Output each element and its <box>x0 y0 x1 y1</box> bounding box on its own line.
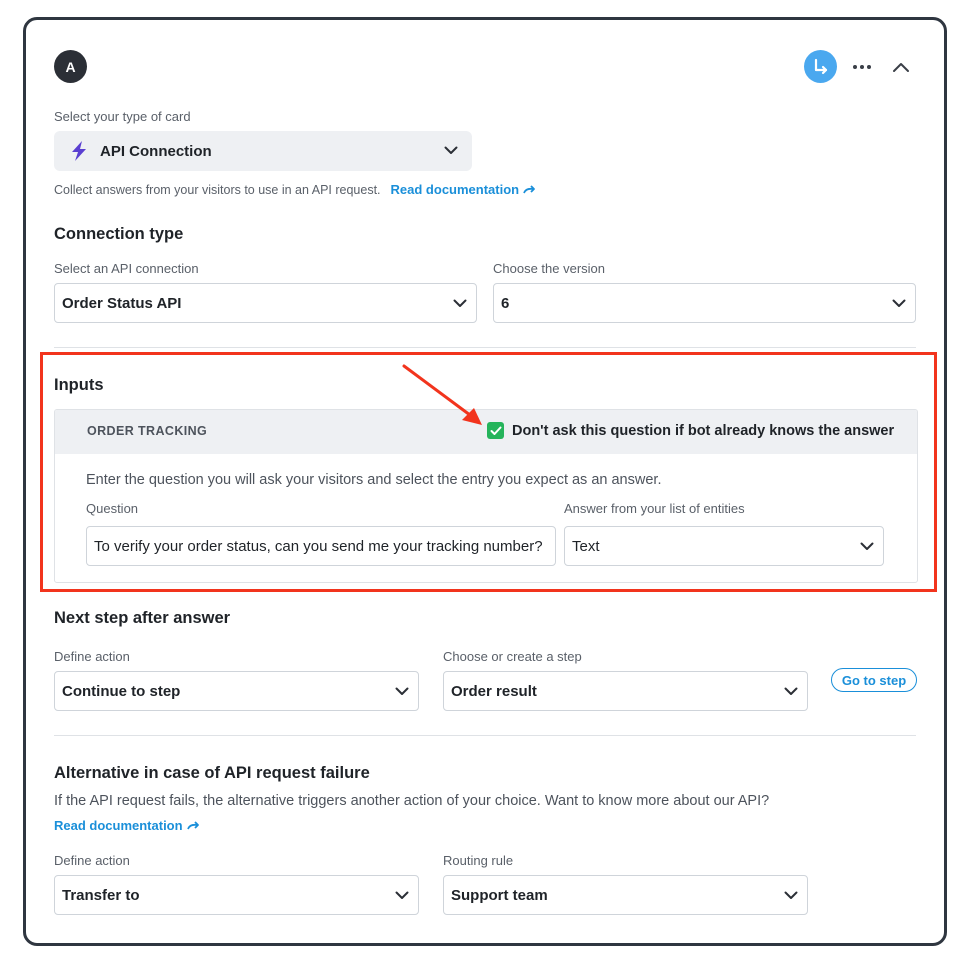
collapse-button[interactable] <box>888 54 914 80</box>
annotation-arrow-icon <box>402 364 482 425</box>
card-type-description: Collect answers from your visitors to us… <box>54 182 381 197</box>
chevron-down-icon <box>394 683 410 699</box>
card-type-description-row: Collect answers from your visitors to us… <box>54 182 537 197</box>
link-text: Read documentation <box>54 818 183 833</box>
route-button[interactable] <box>804 50 837 83</box>
next-step-heading: Next step after answer <box>54 609 231 627</box>
api-connection-value: Order Status API <box>62 294 182 312</box>
card-type-label: Select your type of card <box>54 109 191 124</box>
api-card: A Select your type of card API Connectio… <box>23 17 947 946</box>
card-type-select[interactable]: API Connection <box>54 131 472 171</box>
version-value: 6 <box>501 294 510 312</box>
step-label: Choose or create a step <box>443 649 582 664</box>
next-action-select[interactable]: Continue to step <box>54 671 419 711</box>
dot-icon <box>860 65 864 69</box>
curved-arrow-icon <box>523 184 536 193</box>
read-documentation-link[interactable]: Read documentation <box>391 182 538 197</box>
failure-action-label: Define action <box>54 853 130 868</box>
routing-rule-select[interactable]: Support team <box>443 875 808 915</box>
chevron-down-icon <box>783 683 799 699</box>
section-divider <box>54 735 916 736</box>
failure-description: If the API request fails, the alternativ… <box>54 793 770 809</box>
section-divider <box>54 347 916 348</box>
connection-type-heading: Connection type <box>54 225 184 243</box>
go-to-step-button[interactable]: Go to step <box>831 668 917 692</box>
avatar: A <box>54 50 87 83</box>
link-text: Read documentation <box>390 182 520 197</box>
failure-heading: Alternative in case of API request failu… <box>54 764 370 782</box>
api-connection-label: Select an API connection <box>54 261 199 276</box>
dot-icon <box>853 65 857 69</box>
curved-arrow-icon <box>186 820 199 829</box>
failure-documentation-link[interactable]: Read documentation <box>54 818 201 833</box>
step-value: Order result <box>451 682 537 700</box>
route-arrow-icon <box>814 58 827 74</box>
next-action-value: Continue to step <box>62 682 181 700</box>
chevron-down-icon <box>891 295 907 311</box>
more-options-button[interactable] <box>848 56 876 78</box>
step-select[interactable]: Order result <box>443 671 808 711</box>
chevron-down-icon <box>783 887 799 903</box>
card-type-value: API Connection <box>100 142 212 160</box>
lightning-icon <box>68 140 90 162</box>
routing-rule-label: Routing rule <box>443 853 514 868</box>
chevron-down-icon <box>452 295 468 311</box>
chevron-down-icon <box>394 887 410 903</box>
routing-rule-value: Support team <box>451 886 548 904</box>
next-action-label: Define action <box>54 649 130 664</box>
failure-action-select[interactable]: Transfer to <box>54 875 419 915</box>
version-select[interactable]: 6 <box>493 283 916 323</box>
version-label: Choose the version <box>493 261 606 276</box>
chevron-down-icon <box>444 142 458 160</box>
failure-action-value: Transfer to <box>62 886 140 904</box>
api-connection-select[interactable]: Order Status API <box>54 283 477 323</box>
chevron-up-icon <box>893 63 909 72</box>
dot-icon <box>867 65 871 69</box>
